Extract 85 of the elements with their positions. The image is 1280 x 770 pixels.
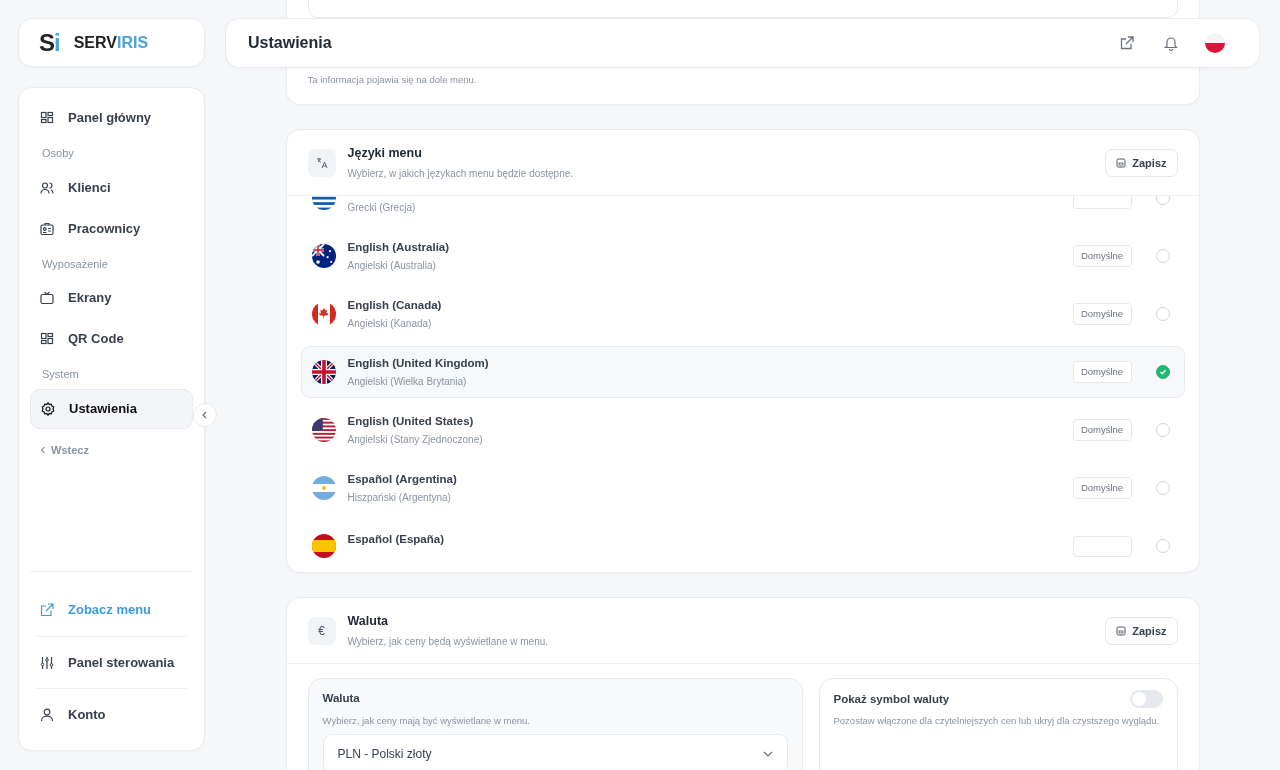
euro-icon: €: [307, 616, 336, 645]
flag-icon: [311, 534, 336, 559]
sidebar-item[interactable]: Panel główny: [30, 98, 193, 138]
language-native-name: Angielski (Australia): [347, 259, 437, 274]
set-default-button[interactable]: Domyślne: [1072, 477, 1132, 500]
notification-bell-icon[interactable]: [1164, 35, 1178, 51]
check-icon: [1158, 368, 1167, 377]
logo-wordmark: SERVIRIS: [73, 34, 149, 51]
translate-icon: [315, 156, 328, 169]
language-row[interactable]: English (Australia) Angielski (Australia) Domyślne: [300, 230, 1185, 283]
user-icon: [40, 707, 54, 722]
language-native-name: Hiszpański (Argentyna): [347, 491, 452, 506]
radio-button[interactable]: [1155, 196, 1170, 206]
radio-button[interactable]: [1155, 365, 1170, 380]
language-name: English (Australia): [347, 240, 450, 256]
language-native-name: Angielski (Wielka Brytania): [347, 375, 468, 390]
flag-icon: [311, 476, 336, 501]
chevron-down-icon: [762, 751, 773, 758]
flag-icon: [311, 244, 336, 269]
language-name: Español (Argentina): [347, 472, 457, 488]
language-name: English (United States): [347, 414, 475, 430]
language-native-name: Grecki (Grecja): [347, 200, 416, 215]
flag-icon: [311, 360, 336, 385]
chevron-left-icon: [40, 445, 46, 454]
toggle-switch[interactable]: [1129, 690, 1163, 709]
text-field[interactable]: [307, 0, 1178, 18]
section-heading: System: [41, 367, 80, 382]
language-row[interactable]: English (United Kingdom) Angielski (Wielka Brytania) Domyślne: [300, 346, 1185, 399]
currency-select[interactable]: PLN - Polski złoty: [322, 734, 788, 770]
chevron-left-icon: [201, 411, 209, 419]
set-default-button[interactable]: Domyślne: [1072, 361, 1132, 384]
card-subtitle: Wybierz, w jakich językach menu będzie dostępne.: [347, 167, 574, 182]
radio-button[interactable]: [1155, 481, 1170, 496]
language-name: Español (España): [347, 531, 444, 547]
sliders-icon: [40, 655, 54, 670]
grid-icon: [40, 332, 54, 346]
section-heading: Wyposażenie: [41, 256, 109, 272]
language-name: English (United Kingdom): [347, 356, 489, 372]
settings-icon: [41, 401, 55, 416]
set-default-button[interactable]: Domyślne: [1072, 245, 1132, 268]
sidebar-item[interactable]: Konto: [36, 688, 187, 740]
sidebar-item[interactable]: Klienci: [30, 167, 193, 208]
save-icon: [1116, 625, 1127, 636]
page-title: Ustawienia: [248, 33, 333, 53]
setting-label: Pokaż symbol waluty: [833, 691, 950, 707]
card-subtitle: Wybierz, jak ceny będą wyświetlane w menu.: [347, 635, 549, 650]
card-title: Języki menu: [347, 145, 423, 163]
field-hint: Ta informacja pojawia się na dole menu.: [307, 73, 478, 87]
radio-button[interactable]: [1155, 539, 1170, 554]
language-name: English (Canada): [347, 298, 442, 314]
logo-mark: Si: [39, 30, 60, 55]
radio-button[interactable]: [1155, 307, 1170, 322]
flag-icon: [311, 418, 336, 443]
language-flag-icon[interactable]: [1205, 33, 1225, 53]
users-icon: [40, 180, 54, 195]
set-default-button[interactable]: Domyślne: [1072, 303, 1132, 326]
screen-icon: [40, 291, 54, 305]
language-row[interactable]: Español (Argentina) Hiszpański (Argentyna) Domyślne: [300, 462, 1185, 515]
set-default-button[interactable]: [1072, 535, 1132, 557]
language-row[interactable]: English (Canada) Angielski (Kanada) Domyślne: [300, 288, 1185, 341]
grid-icon: [40, 111, 54, 125]
sidebar-item[interactable]: Panel sterowania: [36, 636, 187, 688]
collapse-sidebar-button[interactable]: [193, 403, 217, 427]
id-badge-icon: [40, 221, 54, 236]
language-native-name: Angielski (Stany Zjednoczone): [347, 433, 483, 448]
set-default-button[interactable]: Domyślne: [1072, 419, 1132, 442]
external-link-icon[interactable]: [1120, 36, 1134, 50]
section-heading: Osoby: [41, 146, 75, 161]
language-row[interactable]: Español (España): [300, 520, 1185, 573]
external-link-icon: [40, 603, 54, 617]
save-button[interactable]: Zapisz: [1105, 616, 1178, 645]
sidebar-item[interactable]: QR Code: [30, 319, 193, 359]
language-native-name: Angielski (Kanada): [347, 317, 433, 332]
setting-hint: Pozostaw włączone dla czytelniejszych cen lub ukryj dla czystszego wyglądu.: [833, 714, 1161, 729]
save-icon: [1116, 157, 1127, 168]
save-button[interactable]: Zapisz: [1105, 148, 1178, 177]
radio-button[interactable]: [1155, 423, 1170, 438]
sidebar-item[interactable]: Ekrany: [30, 278, 193, 318]
field-hint: Wybierz, jak ceny mają być wyświetlane w menu.: [322, 713, 531, 728]
card-title: Waluta: [347, 613, 389, 631]
language-row[interactable]: English (United States) Angielski (Stany Zjednoczone) Domyślne: [300, 404, 1185, 457]
radio-button[interactable]: [1155, 249, 1170, 264]
sidebar-item[interactable]: Pracownicy: [30, 208, 193, 249]
sidebar-item[interactable]: Ustawienia: [30, 388, 193, 429]
field-label: Waluta: [322, 691, 361, 707]
